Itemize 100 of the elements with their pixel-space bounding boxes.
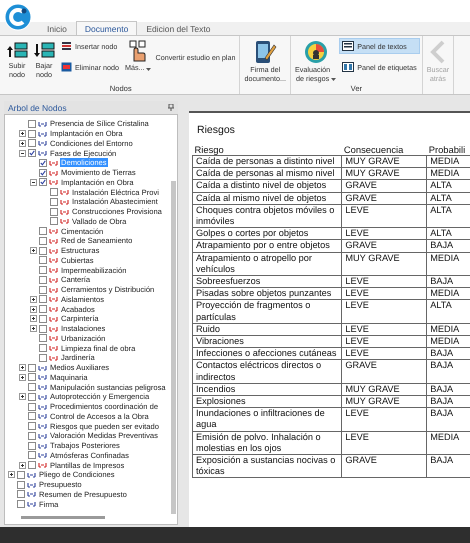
expander-icon[interactable] — [19, 364, 26, 372]
delete-node-icon — [61, 62, 72, 72]
expander-icon[interactable] — [19, 140, 26, 147]
node-marker-icon — [49, 286, 58, 293]
node-marker-icon — [27, 472, 36, 478]
node-marker-icon — [38, 432, 47, 439]
checkbox[interactable] — [39, 168, 47, 177]
column-header: Consecuencia — [342, 144, 427, 156]
node-marker-icon — [38, 130, 47, 137]
checkbox[interactable] — [50, 217, 58, 226]
table-cell: BAJA — [426, 360, 470, 384]
checkbox[interactable] — [28, 139, 36, 148]
checkbox[interactable] — [39, 246, 47, 255]
checkbox[interactable] — [39, 236, 47, 245]
table-cell: BAJA — [426, 408, 470, 432]
expander-icon[interactable] — [19, 393, 26, 400]
hand-pointer-icon — [128, 40, 148, 62]
table-cell: BAJA — [426, 396, 470, 408]
checkbox[interactable] — [39, 344, 47, 352]
checkbox[interactable] — [28, 364, 36, 372]
checkbox[interactable] — [17, 500, 25, 508]
table-cell: BAJA — [426, 454, 470, 478]
section-heading: Riesgos — [189, 113, 470, 144]
checkbox[interactable] — [28, 422, 36, 430]
checkbox[interactable] — [28, 392, 36, 401]
ribbon-tab[interactable]: Inicio — [38, 22, 76, 35]
checkbox[interactable] — [39, 256, 47, 264]
table-cell: Incendios — [192, 383, 342, 396]
node-marker-icon — [49, 170, 58, 176]
table-cell: Atrapamiento o atropello por vehículos — [192, 252, 342, 276]
checkbox[interactable] — [50, 198, 58, 206]
checkbox[interactable] — [39, 178, 47, 186]
expander-icon[interactable] — [19, 374, 26, 381]
checkbox[interactable] — [28, 383, 36, 392]
table-cell: Golpes o cortes por objetos — [192, 228, 342, 240]
table-cell: MEDIA — [426, 156, 470, 168]
checkbox[interactable] — [28, 402, 36, 411]
node-marker-icon — [38, 384, 47, 390]
checkbox[interactable] — [39, 324, 47, 333]
node-marker-icon — [49, 335, 58, 342]
node-marker-icon — [38, 140, 47, 146]
node-marker-icon — [38, 452, 47, 458]
checkbox[interactable] — [39, 305, 47, 314]
checkbox[interactable] — [28, 412, 36, 420]
node-marker-icon — [49, 296, 58, 302]
node-marker-icon — [49, 160, 58, 166]
checkbox[interactable] — [39, 354, 47, 362]
expander-icon[interactable] — [19, 130, 26, 138]
checkbox[interactable] — [39, 158, 47, 167]
checkbox[interactable] — [50, 208, 58, 216]
node-marker-icon — [49, 316, 58, 322]
checkbox[interactable] — [39, 227, 47, 236]
checkbox[interactable] — [28, 120, 36, 128]
checkbox[interactable] — [50, 188, 58, 196]
checkbox[interactable] — [39, 314, 47, 323]
table-cell: Sobreesfuerzos — [192, 276, 342, 288]
horizontal-scrollbar[interactable] — [21, 516, 105, 519]
checkbox[interactable] — [28, 442, 36, 450]
table-cell: BAJA — [426, 276, 470, 288]
expander-icon[interactable] — [30, 306, 37, 313]
checkbox[interactable] — [39, 334, 47, 342]
checkbox[interactable] — [28, 373, 36, 382]
checkbox[interactable] — [17, 480, 25, 489]
node-marker-icon — [60, 198, 69, 205]
checkbox[interactable] — [28, 451, 36, 460]
table-cell: Exposición a sustancias nocivas o tóxicas — [192, 454, 342, 478]
expander-icon[interactable] — [19, 150, 26, 157]
expander-icon[interactable] — [19, 462, 26, 469]
node-marker-icon — [60, 208, 69, 215]
checkbox[interactable] — [39, 295, 47, 304]
table-cell: LEVE — [342, 288, 427, 300]
table-cell: MUY GRAVE — [342, 383, 427, 396]
table-cell: Vibraciones — [192, 336, 342, 348]
table-cell: Emisión de polvo. Inhalación o molestias en los ojos — [192, 431, 342, 455]
ribbon-tab[interactable]: Edicion del Texto — [137, 22, 220, 35]
table-cell: ALTA — [426, 180, 470, 192]
node-marker-icon — [49, 228, 58, 234]
checkbox[interactable] — [17, 470, 25, 479]
node-marker-icon — [38, 374, 47, 380]
table-cell: MUY GRAVE — [342, 252, 427, 276]
expander-icon[interactable] — [30, 178, 37, 186]
checkbox[interactable] — [28, 149, 36, 158]
checkbox[interactable] — [28, 461, 36, 470]
checkbox[interactable] — [39, 276, 47, 284]
checkbox[interactable] — [17, 490, 25, 498]
expander-icon[interactable] — [30, 296, 37, 303]
expander-icon[interactable] — [30, 247, 37, 254]
checkbox[interactable] — [39, 266, 47, 274]
table-cell: LEVE — [342, 276, 427, 288]
table-cell: LEVE — [342, 323, 427, 336]
expander-icon[interactable] — [30, 315, 37, 322]
table-cell: GRAVE — [342, 240, 427, 252]
node-marker-icon — [49, 238, 58, 244]
table-cell: Pisadas sobre objetos punzantes — [192, 288, 342, 300]
expander-icon[interactable] — [30, 325, 37, 332]
expander-icon[interactable] — [8, 471, 15, 478]
checkbox[interactable] — [28, 130, 36, 138]
ribbon-tab[interactable]: Documento — [76, 21, 138, 35]
checkbox[interactable] — [39, 286, 47, 294]
checkbox[interactable] — [28, 432, 36, 440]
